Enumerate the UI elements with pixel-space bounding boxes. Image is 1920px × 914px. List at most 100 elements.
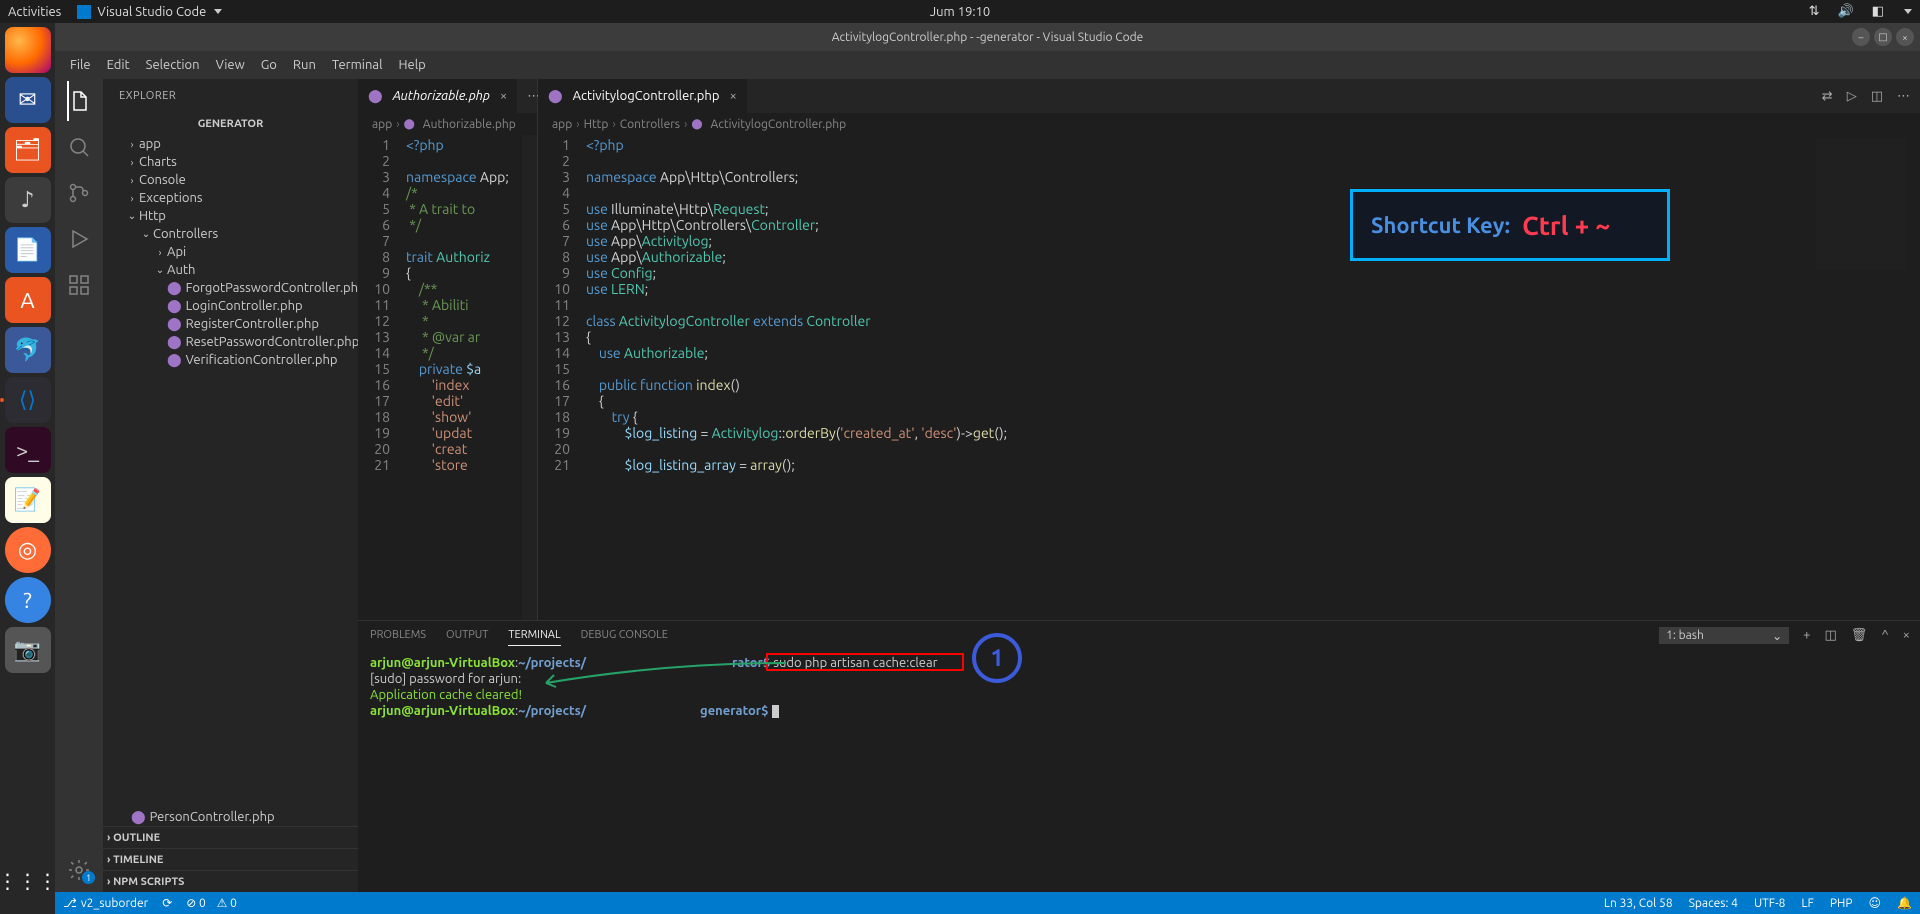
terminal-select[interactable]: 1: bash⌄ xyxy=(1659,627,1789,644)
close-button[interactable]: × xyxy=(1896,28,1914,46)
minimap[interactable] xyxy=(1816,139,1906,269)
npm-scripts-section[interactable]: › NPM SCRIPTS xyxy=(103,870,358,892)
launcher-show-apps[interactable]: ⋮⋮⋮ xyxy=(5,858,51,904)
activities-button[interactable]: Activities xyxy=(8,5,61,19)
compare-changes-icon[interactable]: ⇄ xyxy=(1822,89,1833,104)
launcher-screenshot[interactable]: 📷 xyxy=(5,627,51,673)
close-icon[interactable]: × xyxy=(500,89,507,103)
launcher-vscode[interactable]: ⟨⟩ xyxy=(5,377,51,423)
tree-file[interactable]: ⬤RegisterController.php xyxy=(103,315,358,333)
sb-indent[interactable]: Spaces: 4 xyxy=(1689,896,1738,910)
sb-cursor[interactable]: Ln 33, Col 58 xyxy=(1604,896,1673,910)
tree-file[interactable]: ⬤ PersonController.php xyxy=(103,808,358,826)
sb-feedback[interactable]: ☺ xyxy=(1869,896,1882,910)
breadcrumb[interactable]: app› Http› Controllers› ⬤ActivitylogCont… xyxy=(538,113,1920,135)
sb-language[interactable]: PHP xyxy=(1830,896,1853,910)
clock[interactable]: Jum 19:10 xyxy=(930,5,991,19)
panel-tab-problems[interactable]: PROBLEMS xyxy=(370,625,426,645)
run-debug-icon[interactable] xyxy=(67,227,91,251)
ubuntu-launcher: ✉ 🗂 ♪ 📄 A 🐬 ⟨⟩ >_ 📝 ◎ ? 📷 ⋮⋮⋮ xyxy=(0,23,55,914)
tree-file[interactable]: ⬤ForgotPasswordController.php xyxy=(103,279,358,297)
menu-terminal[interactable]: Terminal xyxy=(325,58,390,72)
chevron-down-icon xyxy=(214,9,222,14)
launcher-firefox[interactable] xyxy=(5,27,51,73)
split-editor-icon[interactable]: ◫ xyxy=(1871,89,1883,104)
panel-tab-terminal[interactable]: TERMINAL xyxy=(508,625,560,646)
code-editor-left[interactable]: 123456789101112131415161718192021 <?phpn… xyxy=(358,135,537,620)
tree-file[interactable]: ⬤VerificationController.php xyxy=(103,351,358,369)
menu-help[interactable]: Help xyxy=(391,58,432,72)
new-terminal-icon[interactable]: + xyxy=(1803,628,1810,642)
app-menu[interactable]: Visual Studio Code xyxy=(77,5,222,19)
close-icon[interactable]: × xyxy=(729,89,736,103)
run-icon[interactable]: ▷ xyxy=(1847,89,1857,104)
network-icon[interactable]: ⇅ xyxy=(1809,4,1820,19)
tree-folder[interactable]: ⌄Controllers xyxy=(103,225,358,243)
maximize-panel-icon[interactable]: ^ xyxy=(1881,628,1888,642)
tree-folder[interactable]: ⌄Auth xyxy=(103,261,358,279)
tab-activitylog[interactable]: ⬤ ActivitylogController.php × xyxy=(538,79,747,113)
launcher-mysql-workbench[interactable]: 🐬 xyxy=(5,327,51,373)
tree-folder[interactable]: ›Console xyxy=(103,171,358,189)
timeline-section[interactable]: › TIMELINE xyxy=(103,848,358,870)
launcher-software[interactable]: A xyxy=(5,277,51,323)
menu-go[interactable]: Go xyxy=(254,58,284,72)
sb-sync[interactable]: ⟳ xyxy=(162,896,172,910)
settings-icon[interactable]: 1 xyxy=(67,858,91,882)
launcher-terminal[interactable]: >_ xyxy=(5,427,51,473)
sb-eol[interactable]: LF xyxy=(1801,896,1813,910)
minimize-button[interactable]: – xyxy=(1852,28,1870,46)
sb-encoding[interactable]: UTF-8 xyxy=(1754,896,1785,910)
sb-branch[interactable]: ⎇ v2_suborder xyxy=(63,896,148,910)
explorer-icon[interactable] xyxy=(67,89,91,113)
launcher-writer[interactable]: 📄 xyxy=(5,227,51,273)
window-title: ActivitylogController.php - -generator -… xyxy=(832,31,1144,44)
launcher-rhythmbox[interactable]: ♪ xyxy=(5,177,51,223)
tree-file[interactable]: ⬤ResetPasswordController.php xyxy=(103,333,358,351)
terminal[interactable]: arjun@arjun-VirtualBox:~/projects/ rator… xyxy=(358,649,1920,892)
project-name[interactable]: GENERATOR xyxy=(103,113,358,135)
extensions-icon[interactable] xyxy=(67,273,91,297)
volume-icon[interactable]: 🔊 xyxy=(1838,4,1854,19)
tree-folder[interactable]: ›Exceptions xyxy=(103,189,358,207)
launcher-thunderbird[interactable]: ✉ xyxy=(5,77,51,123)
close-panel-icon[interactable]: × xyxy=(1903,628,1910,642)
menu-selection[interactable]: Selection xyxy=(139,58,207,72)
php-icon: ⬤ xyxy=(167,353,182,368)
tab-authorizable[interactable]: ⬤ Authorizable.php × xyxy=(358,79,517,113)
menu-run[interactable]: Run xyxy=(286,58,323,72)
tree-folder[interactable]: ⌄Http xyxy=(103,207,358,225)
scrollbar[interactable] xyxy=(1906,135,1920,620)
php-icon: ⬤ xyxy=(167,281,182,296)
tree-folder[interactable]: ›Api xyxy=(103,243,358,261)
sb-problems[interactable]: ⊘ 0 ⚠ 0 xyxy=(186,896,237,910)
panel-tab-debug-console[interactable]: DEBUG CONSOLE xyxy=(581,625,668,645)
editor-group-right: ⬤ ActivitylogController.php × ⇄ ▷ ◫ ⋯ xyxy=(538,79,1920,620)
minimap[interactable] xyxy=(522,135,537,620)
chevron-down-icon[interactable] xyxy=(1904,9,1912,14)
launcher-help[interactable]: ? xyxy=(5,577,51,623)
panel-tab-output[interactable]: OUTPUT xyxy=(446,625,488,645)
tree-file[interactable]: ⬤LoginController.php xyxy=(103,297,358,315)
code-editor-right[interactable]: 123456789101112131415161718192021 <?phpn… xyxy=(538,135,1920,620)
launcher-text-editor[interactable]: 📝 xyxy=(5,477,51,523)
kill-terminal-icon[interactable]: 🗑 xyxy=(1851,628,1868,643)
tree-folder[interactable]: ›Charts xyxy=(103,153,358,171)
tree-folder[interactable]: ›app xyxy=(103,135,358,153)
outline-section[interactable]: › OUTLINE xyxy=(103,826,358,848)
menu-edit[interactable]: Edit xyxy=(100,58,137,72)
file-tree: ›app›Charts›Console›Exceptions⌄Http⌄Cont… xyxy=(103,135,358,826)
breadcrumb[interactable]: app› ⬤Authorizable.php xyxy=(358,113,537,135)
menu-view[interactable]: View xyxy=(209,58,252,72)
menu-file[interactable]: File xyxy=(63,58,98,72)
more-icon[interactable]: ⋯ xyxy=(1897,89,1910,104)
launcher-files[interactable]: 🗂 xyxy=(5,127,51,173)
split-terminal-icon[interactable]: ◫ xyxy=(1825,628,1837,643)
search-icon[interactable] xyxy=(67,135,91,159)
launcher-postman[interactable]: ◎ xyxy=(5,527,51,573)
battery-icon[interactable]: ◧ xyxy=(1872,4,1884,19)
source-control-icon[interactable] xyxy=(67,181,91,205)
maximize-button[interactable]: □ xyxy=(1874,28,1892,46)
php-icon: ⬤ xyxy=(368,89,383,104)
sb-notifications[interactable]: 🔔 xyxy=(1897,896,1912,910)
